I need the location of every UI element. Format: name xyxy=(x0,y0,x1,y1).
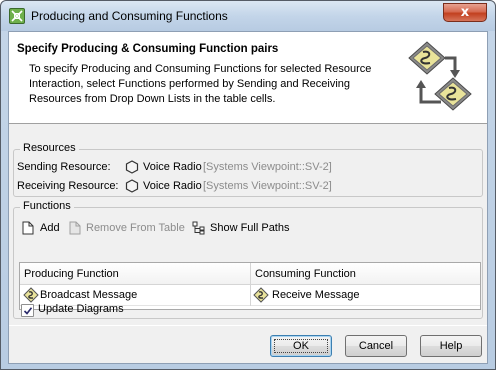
add-button[interactable]: Add xyxy=(22,219,66,237)
resources-group-label: Resources xyxy=(20,142,79,154)
close-icon: x xyxy=(460,5,470,20)
new-document-icon xyxy=(22,221,34,235)
receiving-resource-row: Receiving Resource: Voice Radio [Systems… xyxy=(17,177,477,195)
ok-button-label: OK xyxy=(293,340,309,352)
function-flow-icon xyxy=(401,36,485,120)
dialog-window: Producing and Consuming Functions x Spec… xyxy=(0,0,496,370)
show-full-paths-label: Show Full Paths xyxy=(210,222,290,234)
producing-function-header[interactable]: Producing Function xyxy=(20,263,250,285)
update-diagrams-checkbox[interactable] xyxy=(21,304,34,317)
add-button-label: Add xyxy=(40,222,60,234)
resource-hex-icon xyxy=(125,160,139,174)
title-bar[interactable]: Producing and Consuming Functions x xyxy=(1,1,495,31)
sending-resource-label: Sending Resource: xyxy=(17,161,111,173)
table-header: Producing Function Consuming Function xyxy=(20,263,480,285)
checkmark-icon xyxy=(23,307,33,315)
remove-from-table-button[interactable]: Remove From Table xyxy=(69,219,189,237)
receiving-resource-name: Voice Radio xyxy=(143,180,202,192)
cancel-button[interactable]: Cancel xyxy=(345,335,407,357)
dialog-client-area: Specify Producing & Consuming Function p… xyxy=(8,31,488,364)
app-icon xyxy=(9,8,25,24)
function-icon xyxy=(253,287,269,303)
consuming-function-value: Receive Message xyxy=(272,289,360,301)
sending-resource-row: Sending Resource: Voice Radio [Systems V… xyxy=(17,158,477,176)
help-button-label: Help xyxy=(439,340,463,352)
ok-button[interactable]: OK xyxy=(270,335,332,357)
remove-from-table-label: Remove From Table xyxy=(86,222,185,234)
tree-paths-icon xyxy=(192,221,205,235)
remove-document-icon xyxy=(69,221,81,235)
help-button[interactable]: Help xyxy=(420,335,482,357)
receiving-resource-path: [Systems Viewpoint::SV-2] xyxy=(203,180,332,192)
consuming-function-header[interactable]: Consuming Function xyxy=(250,263,480,285)
close-window-button[interactable]: x xyxy=(443,3,487,22)
sending-resource-name: Voice Radio xyxy=(143,161,202,173)
header-panel: Specify Producing & Consuming Function p… xyxy=(9,32,487,124)
header-description: To specify Producing and Consuming Funct… xyxy=(29,63,372,105)
receiving-resource-label: Receiving Resource: xyxy=(17,180,119,192)
resource-hex-icon xyxy=(125,179,139,193)
functions-group-label: Functions xyxy=(20,200,74,212)
cancel-button-label: Cancel xyxy=(358,340,394,352)
sending-resource-path: [Systems Viewpoint::SV-2] xyxy=(203,161,332,173)
header-title: Specify Producing & Consuming Function p… xyxy=(17,43,279,55)
button-separator xyxy=(9,325,487,326)
consuming-function-cell[interactable]: Receive Message xyxy=(250,285,480,306)
window-title: Producing and Consuming Functions xyxy=(31,9,228,23)
update-diagrams-label: Update Diagrams xyxy=(38,303,124,315)
show-full-paths-button[interactable]: Show Full Paths xyxy=(192,219,302,237)
function-icon xyxy=(23,287,39,303)
resources-group: Resources Sending Resource: Voice Radio … xyxy=(13,142,483,197)
